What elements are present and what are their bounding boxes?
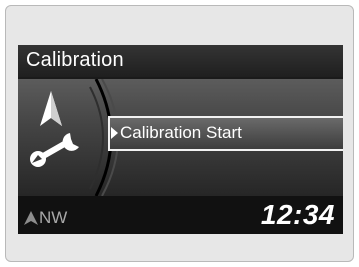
navigation-arrow-icon: [40, 91, 62, 126]
status-bar: NW 12:34: [18, 196, 343, 234]
calibration-start-button[interactable]: Calibration Start: [108, 116, 343, 151]
calibration-screen: Calibration Calibration Start NW 12:34: [18, 45, 343, 234]
selection-arrow-icon: [111, 127, 118, 139]
compass-heading: NW: [39, 208, 68, 227]
clock: 12:34: [260, 199, 335, 230]
compass-arrow-icon: [24, 211, 38, 225]
wrench-icon: [30, 133, 79, 167]
title-bar: Calibration: [18, 45, 343, 77]
menu-item-label: Calibration Start: [120, 123, 242, 142]
page-title: Calibration: [26, 49, 124, 71]
